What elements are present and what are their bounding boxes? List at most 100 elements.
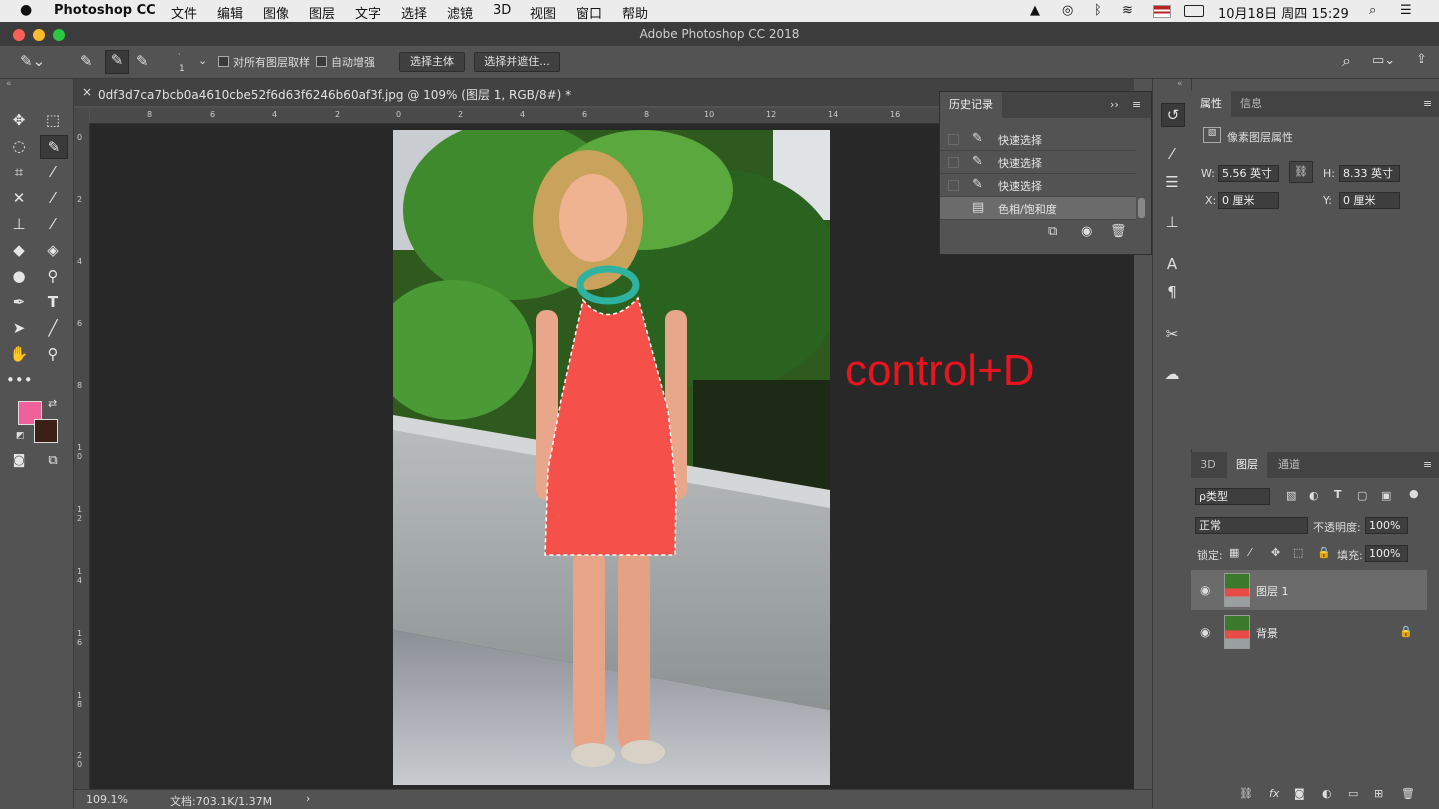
- search-icon[interactable]: ⌕: [1342, 51, 1351, 71]
- menu-type[interactable]: 文字: [355, 3, 381, 22]
- brush-picker-chevron-icon[interactable]: ⌄: [198, 54, 207, 67]
- history-source-checkbox[interactable]: [948, 203, 959, 214]
- menu-help[interactable]: 帮助: [622, 3, 648, 22]
- history-item[interactable]: ✎ 快速选择: [940, 174, 1136, 197]
- blur-tool-icon[interactable]: ●: [6, 265, 32, 287]
- vertical-ruler[interactable]: 0 2 4 6 8 1 0 1 2 1 4 1 6 1 8 2 0: [74, 123, 90, 789]
- history-source-checkbox[interactable]: [948, 134, 959, 145]
- fill-field[interactable]: 100%: [1365, 545, 1408, 562]
- lock-transparent-icon[interactable]: ▦: [1229, 546, 1239, 559]
- document-title[interactable]: 0df3d7ca7bcb0a4610cbe52f6d63f6246b60af3f…: [98, 86, 571, 103]
- auto-enhance-checkbox[interactable]: [316, 56, 327, 67]
- hand-tool-icon[interactable]: ✋: [6, 343, 32, 365]
- dodge-tool-icon[interactable]: ⚲: [40, 265, 66, 287]
- history-item[interactable]: ✎ 快速选择: [940, 128, 1136, 151]
- spotlight-icon[interactable]: ⌕: [1369, 3, 1376, 18]
- workspace-icon[interactable]: ▭⌄: [1372, 53, 1395, 68]
- collapse-panel-icon[interactable]: ››: [1110, 98, 1119, 111]
- tab-3d[interactable]: 3D: [1191, 452, 1225, 478]
- libraries-cloud-icon[interactable]: ☁: [1161, 363, 1183, 385]
- delete-layer-trash-icon[interactable]: 🗑: [1401, 787, 1415, 800]
- delete-state-trash-icon[interactable]: 🗑: [1110, 224, 1127, 239]
- history-item-selected[interactable]: ▤ 色相/饱和度: [940, 197, 1136, 220]
- history-source-checkbox[interactable]: [948, 180, 959, 191]
- lasso-tool-icon[interactable]: ◌: [6, 135, 32, 157]
- eyedropper-tool-icon[interactable]: ⁄: [40, 161, 66, 183]
- pen-tool-icon[interactable]: ✒: [6, 291, 32, 313]
- layer-effects-icon[interactable]: fx: [1269, 787, 1279, 800]
- layers-menu-icon[interactable]: ≡: [1423, 458, 1432, 471]
- healing-brush-tool-icon[interactable]: ✕: [6, 187, 32, 209]
- clone-source-icon[interactable]: ⊥: [1161, 211, 1183, 233]
- wifi-icon[interactable]: ≋: [1122, 3, 1133, 18]
- x-field[interactable]: 0 厘米: [1218, 192, 1279, 209]
- visibility-eye-icon[interactable]: ◉: [1200, 625, 1210, 639]
- menu-select[interactable]: 选择: [401, 3, 427, 22]
- lock-image-icon[interactable]: ⁄: [1249, 546, 1251, 559]
- menu-filter[interactable]: 滤镜: [447, 3, 473, 22]
- new-adjustment-layer-icon[interactable]: ◐: [1322, 787, 1332, 800]
- creative-cloud-icon[interactable]: ◎: [1062, 3, 1073, 18]
- status-menu-arrow-icon[interactable]: ›: [306, 792, 310, 805]
- crop-tool-icon[interactable]: ⌗: [6, 161, 32, 183]
- app-menu[interactable]: Photoshop CC: [54, 3, 156, 18]
- input-source-flag-icon[interactable]: [1153, 5, 1171, 18]
- filter-pixel-icon[interactable]: ▧: [1286, 489, 1296, 502]
- menu-image[interactable]: 图像: [263, 3, 289, 22]
- new-selection-icon[interactable]: ✎: [80, 52, 93, 70]
- swap-colors-icon[interactable]: ⇄: [48, 397, 57, 410]
- width-field[interactable]: 5.56 英寸: [1218, 165, 1279, 182]
- history-source-checkbox[interactable]: [948, 157, 959, 168]
- add-to-selection-icon[interactable]: ✎: [105, 50, 129, 74]
- tab-channels[interactable]: 通道: [1269, 452, 1309, 478]
- new-document-from-state-icon[interactable]: ⧉: [1048, 224, 1057, 239]
- type-tool-icon[interactable]: T: [40, 291, 66, 313]
- move-tool-icon[interactable]: ✥: [6, 109, 32, 131]
- lock-position-icon[interactable]: ✥: [1271, 546, 1280, 559]
- link-layers-icon[interactable]: ⛓: [1239, 787, 1253, 800]
- sample-all-layers-checkbox[interactable]: [218, 56, 229, 67]
- adjustments-icon[interactable]: ☰: [1161, 171, 1183, 193]
- filter-shape-icon[interactable]: ▢: [1357, 489, 1367, 502]
- subtract-from-selection-icon[interactable]: ✎: [136, 52, 149, 70]
- brush-settings-icon[interactable]: ⁄: [1161, 143, 1183, 165]
- bluetooth-icon[interactable]: ᛒ: [1094, 3, 1102, 18]
- menu-edit[interactable]: 编辑: [217, 3, 243, 22]
- menu-3d[interactable]: 3D: [493, 3, 511, 18]
- share-icon[interactable]: ⇪: [1416, 52, 1427, 67]
- layer-row-selected[interactable]: ◉ 图层 1: [1191, 570, 1427, 610]
- default-colors-icon[interactable]: ◩: [16, 431, 25, 441]
- lock-artboard-icon[interactable]: ⬚: [1293, 546, 1303, 559]
- opacity-field[interactable]: 100%: [1365, 517, 1408, 534]
- line-tool-icon[interactable]: ╱: [40, 317, 66, 339]
- height-field[interactable]: 8.33 英寸: [1339, 165, 1400, 182]
- ruler-origin[interactable]: [74, 108, 89, 123]
- history-panel-menu-icon[interactable]: ≡: [1132, 98, 1141, 111]
- add-mask-icon[interactable]: ◙: [1294, 787, 1305, 800]
- notification-center-icon[interactable]: ☰: [1400, 3, 1412, 18]
- document-size[interactable]: 文档:703.1K/1.37M: [170, 793, 272, 809]
- quick-mask-icon[interactable]: ◙: [6, 450, 32, 472]
- paragraph-panel-icon[interactable]: ¶: [1161, 281, 1183, 303]
- new-group-icon[interactable]: ▭: [1348, 787, 1358, 800]
- tab-info[interactable]: 信息: [1233, 91, 1269, 117]
- history-scrollbar[interactable]: [1138, 198, 1145, 218]
- visibility-eye-icon[interactable]: ◉: [1200, 583, 1210, 597]
- menu-file[interactable]: 文件: [171, 3, 197, 22]
- new-layer-icon[interactable]: ⊞: [1374, 787, 1383, 800]
- blend-mode-select[interactable]: 正常: [1195, 517, 1308, 534]
- quick-selection-preset-icon[interactable]: ✎⌄: [20, 52, 45, 70]
- snapshot-camera-icon[interactable]: ◉: [1081, 224, 1092, 239]
- lock-all-icon[interactable]: 🔒: [1317, 546, 1331, 559]
- path-selection-tool-icon[interactable]: ➤: [6, 317, 32, 339]
- apple-menu-icon[interactable]: ●: [20, 2, 32, 18]
- paint-bucket-tool-icon[interactable]: ◈: [40, 239, 66, 261]
- history-item[interactable]: ✎ 快速选择: [940, 151, 1136, 174]
- layer-name[interactable]: 图层 1: [1256, 583, 1289, 599]
- tool-presets-icon[interactable]: ✂: [1161, 323, 1183, 345]
- y-field[interactable]: 0 厘米: [1339, 192, 1400, 209]
- quick-selection-tool-icon[interactable]: ✎: [40, 135, 68, 159]
- filter-smart-object-icon[interactable]: ▣: [1381, 489, 1391, 502]
- tab-history[interactable]: 历史记录: [940, 92, 1002, 118]
- more-tools-icon[interactable]: •••: [6, 369, 33, 391]
